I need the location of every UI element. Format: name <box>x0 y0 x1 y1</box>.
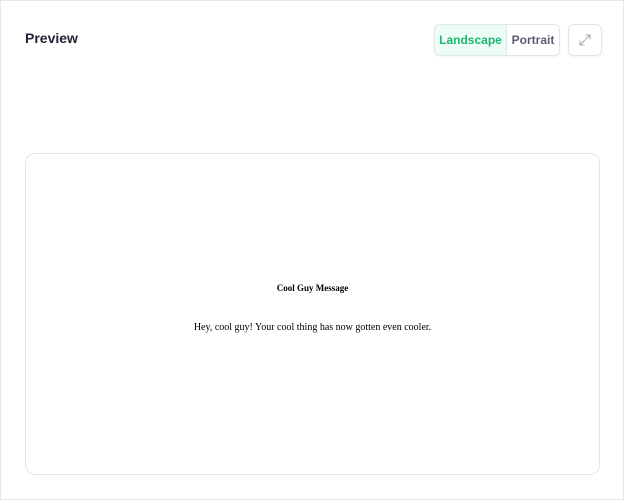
page-title: Preview <box>25 30 78 46</box>
message-title: Cool Guy Message <box>276 283 349 293</box>
landscape-button[interactable]: Landscape <box>435 25 507 55</box>
email-preview-card: Cool Guy Message Hey, cool guy! Your coo… <box>25 153 600 475</box>
preview-panel: Preview Landscape Portrait Cool Guy Mess… <box>0 0 624 500</box>
message-body: Hey, cool guy! Your cool thing has now g… <box>193 322 432 333</box>
expand-button[interactable] <box>568 24 602 56</box>
portrait-button[interactable]: Portrait <box>507 25 559 55</box>
orientation-toggle: Landscape Portrait <box>434 24 560 56</box>
expand-icon <box>579 34 591 46</box>
